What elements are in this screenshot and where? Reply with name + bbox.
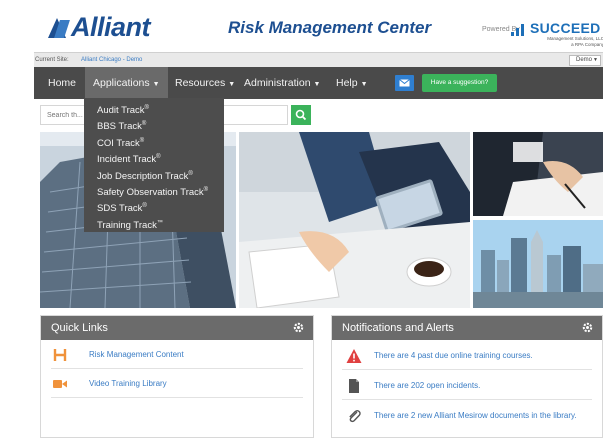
search-button[interactable]	[291, 105, 311, 125]
menu-item-label: Job Description Track	[97, 170, 189, 182]
registered-mark: ®	[188, 170, 193, 177]
bar-chart-logo-icon	[511, 22, 529, 36]
signing-illustration	[473, 132, 603, 216]
warning-icon	[346, 349, 362, 363]
caret-down-icon: ▼	[228, 81, 236, 88]
caret-down-icon: ▼	[313, 81, 321, 88]
chevron-down-icon: ▼	[593, 57, 598, 63]
panel-title: Notifications and Alerts	[342, 322, 454, 334]
skyline-illustration	[473, 220, 603, 308]
menu-item-incident-track[interactable]: Incident Track®	[84, 149, 224, 165]
nav-applications-label: Applications	[93, 77, 150, 89]
current-site-link[interactable]: Alliant Chicago - Demo	[81, 57, 142, 63]
site-selector-value: Demo	[576, 57, 593, 63]
gear-icon[interactable]	[581, 321, 594, 334]
registered-mark: ®	[144, 105, 149, 111]
logo-text: Alliant	[71, 11, 151, 42]
list-item[interactable]: Video Training Library	[51, 369, 303, 398]
nav-resources[interactable]: Resources ▼	[175, 67, 235, 99]
menu-item-job-description-track[interactable]: Job Description Track®	[84, 166, 224, 182]
menu-item-label: Training Track	[97, 219, 157, 231]
registered-mark: ®	[141, 121, 147, 128]
list-item[interactable]: There are 202 open incidents.	[342, 370, 592, 400]
menu-item-label: Audit Track	[97, 105, 145, 117]
alliant-logo-mark-icon	[48, 16, 70, 38]
trademark-mark: ™	[156, 219, 163, 226]
main-navbar: Home Applications ▼ Resources ▼ Administra…	[34, 67, 603, 99]
suggestion-button[interactable]: Have a suggestion?	[422, 74, 497, 92]
menu-item-sds-track[interactable]: SDS Track®	[84, 198, 224, 214]
quick-links-header: Quick Links	[41, 316, 313, 340]
search-icon	[295, 109, 307, 121]
brand-header: Alliant Risk Management Center Powered B…	[34, 0, 603, 52]
menu-item-label: SDS Track	[97, 203, 143, 215]
nav-administration-label: Administration	[244, 77, 311, 89]
h-letter-icon	[53, 349, 67, 361]
menu-item-label: COI Track	[97, 137, 140, 149]
document-icon	[349, 379, 359, 393]
caret-down-icon: ▼	[360, 81, 368, 88]
menu-item-training-track[interactable]: Training Track™	[84, 215, 224, 231]
quick-links-panel: Quick Links Risk Management Content Vide…	[40, 315, 314, 438]
menu-item-coi-track[interactable]: COI Track®	[84, 133, 224, 149]
nav-resources-label: Resources	[175, 77, 226, 89]
list-item[interactable]: There are 2 new Alliant Mesirow document…	[342, 400, 592, 434]
meeting-illustration	[239, 132, 470, 308]
notification-text: There are 4 past due online training cou…	[374, 351, 533, 360]
list-item[interactable]: Risk Management Content	[51, 340, 303, 369]
menu-item-label: Incident Track	[97, 154, 157, 166]
menu-item-safety-observation-track[interactable]: Safety Observation Track®	[84, 182, 224, 198]
menu-item-label: Safety Observation Track	[97, 187, 204, 199]
registered-mark: ®	[156, 154, 161, 161]
caret-down-icon: ▼	[152, 81, 160, 88]
gear-icon[interactable]	[292, 321, 305, 334]
notifications-panel: Notifications and Alerts There are 4 pas…	[331, 315, 603, 438]
nav-home[interactable]: Home	[48, 67, 76, 99]
registered-mark: ®	[203, 186, 209, 193]
quick-link-label: Risk Management Content	[89, 350, 184, 359]
nav-applications[interactable]: Applications ▼	[85, 67, 168, 99]
paperclip-icon	[349, 410, 361, 423]
video-camera-icon	[53, 380, 67, 388]
envelope-icon	[399, 79, 410, 87]
page-title: Risk Management Center	[228, 18, 432, 37]
site-selector[interactable]: Demo ▼	[569, 55, 601, 66]
hero-image-business-meeting	[239, 132, 470, 308]
menu-item-audit-track[interactable]: Audit Track®	[84, 100, 224, 116]
notifications-header: Notifications and Alerts	[332, 316, 602, 340]
hero-image-city-skyline	[473, 220, 603, 308]
registered-mark: ®	[139, 137, 145, 144]
notification-text: There are 2 new Alliant Mesirow document…	[374, 411, 577, 420]
quick-link-label: Video Training Library	[89, 379, 167, 388]
partner-name: SUCCEED	[530, 20, 601, 36]
current-site-label: Current Site:	[35, 57, 69, 63]
nav-help-label: Help	[336, 77, 358, 89]
notification-text: There are 202 open incidents.	[374, 381, 481, 390]
site-bar: Current Site: Alliant Chicago - Demo Dem…	[34, 52, 603, 67]
partner-subtitle: Management Solutions, LLC a RPA Company	[547, 36, 603, 47]
applications-dropdown: Audit Track® BBS Track® COI Track® Incid…	[84, 98, 224, 232]
menu-item-label: BBS Track	[97, 121, 142, 133]
list-item[interactable]: There are 4 past due online training cou…	[342, 340, 592, 370]
panel-title: Quick Links	[51, 322, 108, 334]
registered-mark: ®	[142, 203, 147, 210]
mail-button[interactable]	[395, 75, 414, 91]
alliant-logo[interactable]: Alliant	[48, 11, 151, 42]
hero-image-signing	[473, 132, 603, 216]
nav-administration[interactable]: Administration ▼	[244, 67, 320, 99]
nav-help[interactable]: Help ▼	[336, 67, 368, 99]
menu-item-bbs-track[interactable]: BBS Track®	[84, 116, 224, 132]
nav-home-label: Home	[48, 77, 77, 89]
app-frame: Alliant Risk Management Center Powered B…	[34, 0, 603, 438]
